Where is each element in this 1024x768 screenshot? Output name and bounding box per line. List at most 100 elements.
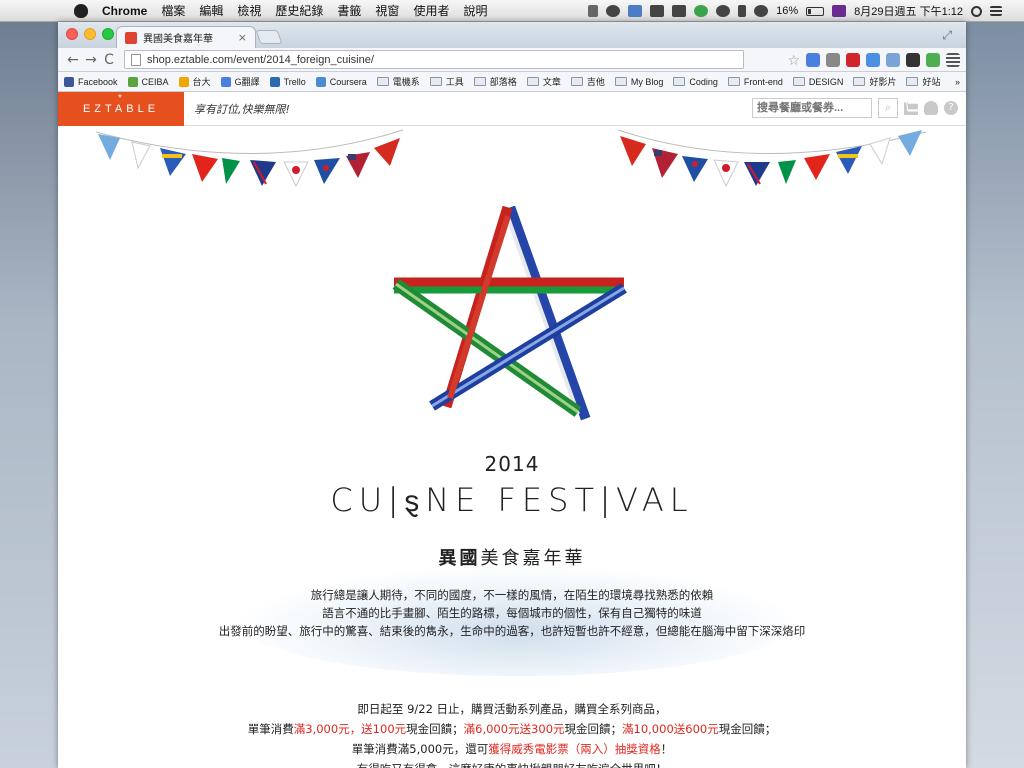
intro-line: 旅行總是讓人期待，不同的國度，不一樣的風情，在陌生的環境尋找熟悉的依賴 <box>310 588 714 602</box>
keyboard-icon[interactable] <box>650 5 665 17</box>
bookmark-item[interactable]: My Blog <box>614 76 664 87</box>
flag-argentina-right-icon <box>898 130 922 156</box>
menu-view[interactable]: 檢視 <box>237 2 261 19</box>
flag-finland-right-icon <box>869 137 891 166</box>
eztable-logo[interactable]: EZTABLE <box>58 91 184 126</box>
bookmark-item[interactable]: 好影片 <box>853 75 896 88</box>
screen-icon[interactable] <box>672 5 687 17</box>
ext-translate-icon[interactable] <box>866 52 880 67</box>
back-icon[interactable]: ← <box>64 52 82 68</box>
minimize-window-button[interactable] <box>84 28 96 40</box>
zoom-window-button[interactable] <box>102 28 114 40</box>
bookmark-label: 吉他 <box>586 77 605 87</box>
ext-arrows-icon[interactable] <box>886 52 900 67</box>
bookmark-item[interactable]: Trello <box>269 76 306 87</box>
cart-icon[interactable] <box>904 101 918 115</box>
chrome-menu-icon[interactable] <box>946 52 960 67</box>
bookmark-item[interactable]: 電機系 <box>376 75 420 88</box>
event-year: 2014 <box>484 452 540 476</box>
promo-text: 現金回饋； <box>406 722 464 736</box>
promo-line-3: 單筆消費滿5,000元，還可獲得威秀電影票（兩入）抽獎資格！ <box>58 739 966 759</box>
bookmark-item[interactable]: Front-end <box>727 77 783 87</box>
browser-toolbar: ← → C shop.eztable.com/event/2014_foreig… <box>58 48 966 72</box>
sync-icon[interactable] <box>628 5 643 17</box>
menu-help[interactable]: 說明 <box>463 2 487 19</box>
evernote-icon[interactable] <box>694 5 709 17</box>
bookmark-item[interactable]: 吉他 <box>570 75 605 88</box>
bluetooth-icon[interactable] <box>738 5 747 17</box>
bookmark-label: CEIBA <box>141 76 169 87</box>
tab-title: 異國美食嘉年華 <box>143 34 213 45</box>
browser-window: 異國美食嘉年華 × ⤢ ← → C shop.eztable.com/event… <box>58 22 966 768</box>
bookmark-item[interactable]: 好站 <box>906 75 940 88</box>
promo-text: 現金回饋； <box>564 722 623 736</box>
flag-canada-icon <box>374 138 400 166</box>
bookmark-item[interactable]: 工具 <box>429 75 464 88</box>
dropbox-icon[interactable] <box>716 5 731 17</box>
reload-icon[interactable]: C <box>100 52 118 68</box>
bookmark-item[interactable]: 台大 <box>178 75 211 88</box>
help-icon[interactable]: ? <box>944 101 958 115</box>
yahoo-icon[interactable] <box>832 5 847 17</box>
search-icon[interactable]: ⌕ <box>878 98 898 118</box>
ext-opera-icon[interactable] <box>846 52 860 67</box>
flag-japan-right-icon <box>713 159 739 188</box>
bookmark-item[interactable]: Coding <box>673 77 718 87</box>
menu-app-name[interactable]: Chrome <box>102 4 147 18</box>
site-search-input[interactable] <box>752 98 872 118</box>
intro-line: 語言不通的比手畫腳、陌生的路標，每個城市的個性，保有自己獨特的味道 <box>322 606 702 620</box>
ext-pen-icon[interactable] <box>906 52 920 67</box>
cloud-icon[interactable] <box>606 5 621 17</box>
bookmark-label: 電機系 <box>392 77 420 87</box>
wifi-icon[interactable] <box>754 5 769 17</box>
notification-center-icon[interactable] <box>990 6 1002 16</box>
flag-aland-right-icon <box>836 146 862 174</box>
bookmark-label: 部落格 <box>489 77 517 87</box>
ext-screen-icon[interactable] <box>806 52 820 67</box>
knife-icon: ǀ <box>600 480 617 520</box>
ntu-icon <box>178 76 189 87</box>
fullscreen-icon[interactable]: ⤢ <box>942 28 952 43</box>
facebook-icon <box>64 76 74 87</box>
close-window-button[interactable] <box>66 28 78 40</box>
menu-edit[interactable]: 編輯 <box>199 2 223 19</box>
bookmark-label: Coursera <box>329 76 367 87</box>
spotlight-icon[interactable] <box>971 5 982 17</box>
forward-icon[interactable]: → <box>82 52 100 68</box>
flag-north-korea-icon <box>314 158 340 184</box>
battery-icon[interactable] <box>806 6 825 16</box>
bookmark-item[interactable]: DESIGN <box>792 77 843 87</box>
folder-icon <box>673 77 686 86</box>
menu-history[interactable]: 歷史紀錄 <box>275 2 323 19</box>
bookmark-item[interactable]: 文章 <box>526 75 561 88</box>
desktop-background-left <box>0 22 58 768</box>
event-promo: 即日起至 9/22 日止，購買活動系列產品，購買全系列商品， 單筆消費滿3,00… <box>58 699 966 768</box>
title-part-3: VAL <box>616 481 694 519</box>
address-bar[interactable]: shop.eztable.com/event/2014_foreign_cuis… <box>124 50 744 69</box>
apple-icon[interactable] <box>74 3 88 18</box>
promo-line-4: 有得吃又有得拿，這麼好康的事快揪親朋好友吃遍全世界吧！ <box>58 759 966 768</box>
folder-icon <box>727 77 740 86</box>
ext-pocket-icon[interactable] <box>826 52 840 67</box>
menu-user[interactable]: 使用者 <box>413 2 449 19</box>
menu-file[interactable]: 檔案 <box>161 2 185 19</box>
bookmark-item[interactable]: Facebook <box>64 76 118 87</box>
ext-green-icon[interactable] <box>926 52 940 67</box>
volume-icon[interactable] <box>588 5 599 17</box>
menu-bookmarks[interactable]: 書籤 <box>337 2 361 19</box>
tab-active[interactable]: 異國美食嘉年華 × <box>116 26 256 48</box>
new-tab-button[interactable] <box>255 30 283 44</box>
bookmark-item[interactable]: G翻譯 <box>220 75 260 88</box>
bookmark-star-icon[interactable]: ☆ <box>787 53 800 69</box>
menu-window[interactable]: 視窗 <box>375 2 399 19</box>
bookmarks-more-icon[interactable]: » <box>955 77 960 87</box>
tab-close-icon[interactable]: × <box>238 31 247 44</box>
bookmark-item[interactable]: 部落格 <box>473 75 517 88</box>
user-icon[interactable] <box>924 101 938 115</box>
promo-text: ！ <box>660 742 673 756</box>
site-header: EZTABLE 享有訂位,快樂無限! ⌕ ? <box>58 91 966 126</box>
bookmark-label: My Blog <box>630 76 664 87</box>
bookmark-item[interactable]: Coursera <box>315 76 367 87</box>
clock[interactable]: 8月29日週五 下午1:12 <box>854 3 963 19</box>
bookmark-item[interactable]: CEIBA <box>127 76 169 87</box>
